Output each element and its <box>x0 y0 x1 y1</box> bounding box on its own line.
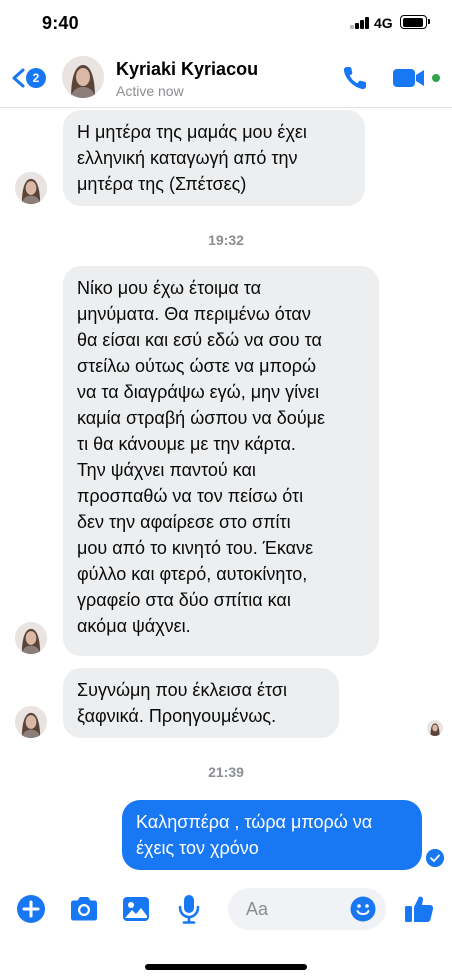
phone-icon[interactable] <box>340 63 370 93</box>
incoming-message-bubble[interactable]: Νίκο μου έχω έτοιμα τα μηνύματα. Θα περι… <box>63 266 379 656</box>
sender-avatar[interactable] <box>15 706 47 738</box>
incoming-message-bubble[interactable]: Συγνώμη που έκλεισα έτσι ξαφνικά. Προηγο… <box>63 668 339 738</box>
avatar-photo <box>62 56 104 98</box>
avatar-photo <box>15 172 47 204</box>
message-input[interactable] <box>228 888 338 930</box>
avatar-photo <box>427 720 443 736</box>
message-timestamp: 19:32 <box>208 232 244 248</box>
voice-message-button[interactable] <box>172 892 206 926</box>
unread-count-badge: 2 <box>26 68 46 88</box>
sender-avatar[interactable] <box>15 622 47 654</box>
plus-circle-icon <box>17 895 45 923</box>
signal-strength-icon <box>350 17 372 29</box>
avatar-photo <box>15 622 47 654</box>
smiley-icon[interactable] <box>350 896 376 922</box>
microphone-icon <box>178 895 200 924</box>
status-time: 9:40 <box>42 13 79 33</box>
conversation-header: 2 Kyriaki Kyriacou Active now <box>0 46 452 108</box>
battery-icon <box>400 15 430 29</box>
more-actions-button[interactable] <box>14 892 48 926</box>
contact-name[interactable]: Kyriaki Kyriacou <box>116 59 258 80</box>
like-button[interactable] <box>402 892 436 926</box>
incoming-message-bubble[interactable]: Η μητέρα της μαμάς μου έχει ελληνική κατ… <box>63 110 365 206</box>
network-label: 4G <box>374 15 393 31</box>
message-input-container[interactable] <box>228 888 386 930</box>
home-indicator[interactable] <box>145 964 307 970</box>
avatar-photo <box>15 706 47 738</box>
message-timestamp: 21:39 <box>208 764 244 780</box>
video-camera-icon[interactable] <box>392 65 426 91</box>
image-icon <box>123 897 149 921</box>
check-circle-icon <box>426 849 444 867</box>
online-status-dot <box>431 73 441 83</box>
status-bar: 9:40 4G <box>0 0 452 46</box>
seen-avatar-indicator <box>427 720 443 736</box>
sender-avatar[interactable] <box>15 172 47 204</box>
contact-status: Active now <box>116 83 184 99</box>
camera-icon <box>71 897 97 921</box>
message-composer <box>0 882 452 936</box>
outgoing-message-bubble[interactable]: Καλησπέρα , τώρα μπορώ να έχεις τον χρόν… <box>122 800 422 870</box>
thumbs-up-icon <box>405 896 434 922</box>
contact-avatar[interactable] <box>62 56 104 98</box>
back-button[interactable]: 2 <box>8 64 50 92</box>
camera-button[interactable] <box>67 892 101 926</box>
gallery-button[interactable] <box>119 892 153 926</box>
